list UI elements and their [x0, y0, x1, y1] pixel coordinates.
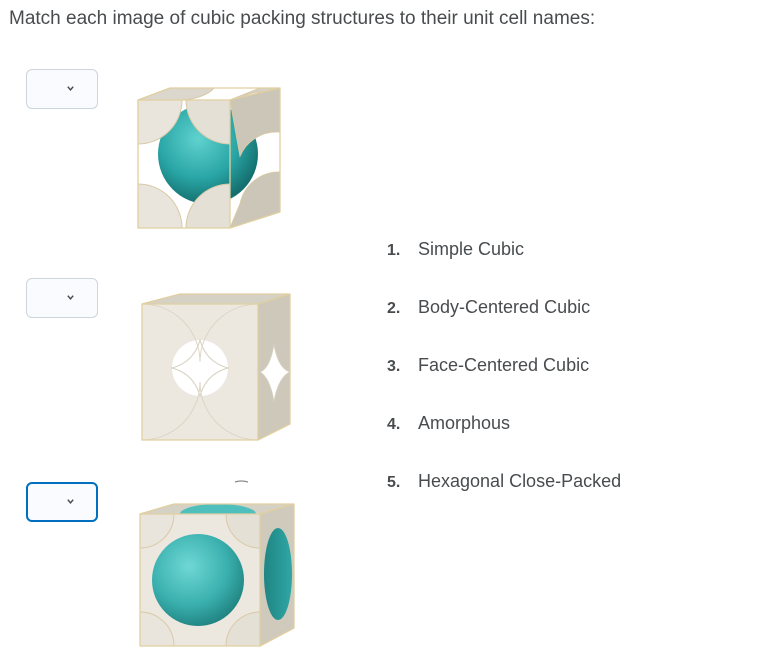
- match-select-2[interactable]: [26, 278, 98, 318]
- match-select-3[interactable]: [26, 482, 98, 522]
- option-label: Hexagonal Close-Packed: [418, 471, 622, 491]
- option-label: Amorphous: [418, 413, 511, 433]
- options-list: 1. Simple Cubic 2. Body-Centered Cubic 3. F…: [387, 237, 621, 527]
- option-label: Body-Centered Cubic: [418, 297, 591, 317]
- option-number: 4.: [387, 416, 401, 433]
- option-body-centered-cubic: 2. Body-Centered Cubic: [387, 295, 621, 353]
- option-number: 3.: [387, 358, 401, 375]
- option-label: Simple Cubic: [418, 239, 525, 259]
- chevron-down-icon: [67, 499, 74, 504]
- face-centered-cubic-image: [139, 480, 295, 647]
- simple-cubic-image: [141, 293, 292, 441]
- question-text: Match each image of cubic packing struct…: [9, 8, 596, 29]
- option-number: 5.: [387, 474, 401, 491]
- option-number: 1.: [387, 242, 401, 259]
- option-amorphous: 4. Amorphous: [387, 411, 621, 469]
- option-label: Face-Centered Cubic: [418, 355, 590, 375]
- option-number: 2.: [387, 300, 401, 317]
- chevron-down-icon: [67, 86, 74, 91]
- match-select-1[interactable]: [26, 69, 98, 109]
- body-centered-cubic-image: [137, 87, 281, 229]
- option-simple-cubic: 1. Simple Cubic: [387, 237, 621, 295]
- option-hexagonal-close-packed: 5. Hexagonal Close-Packed: [387, 469, 621, 527]
- chevron-down-icon: [67, 295, 74, 300]
- option-face-centered-cubic: 3. Face-Centered Cubic: [387, 353, 621, 411]
